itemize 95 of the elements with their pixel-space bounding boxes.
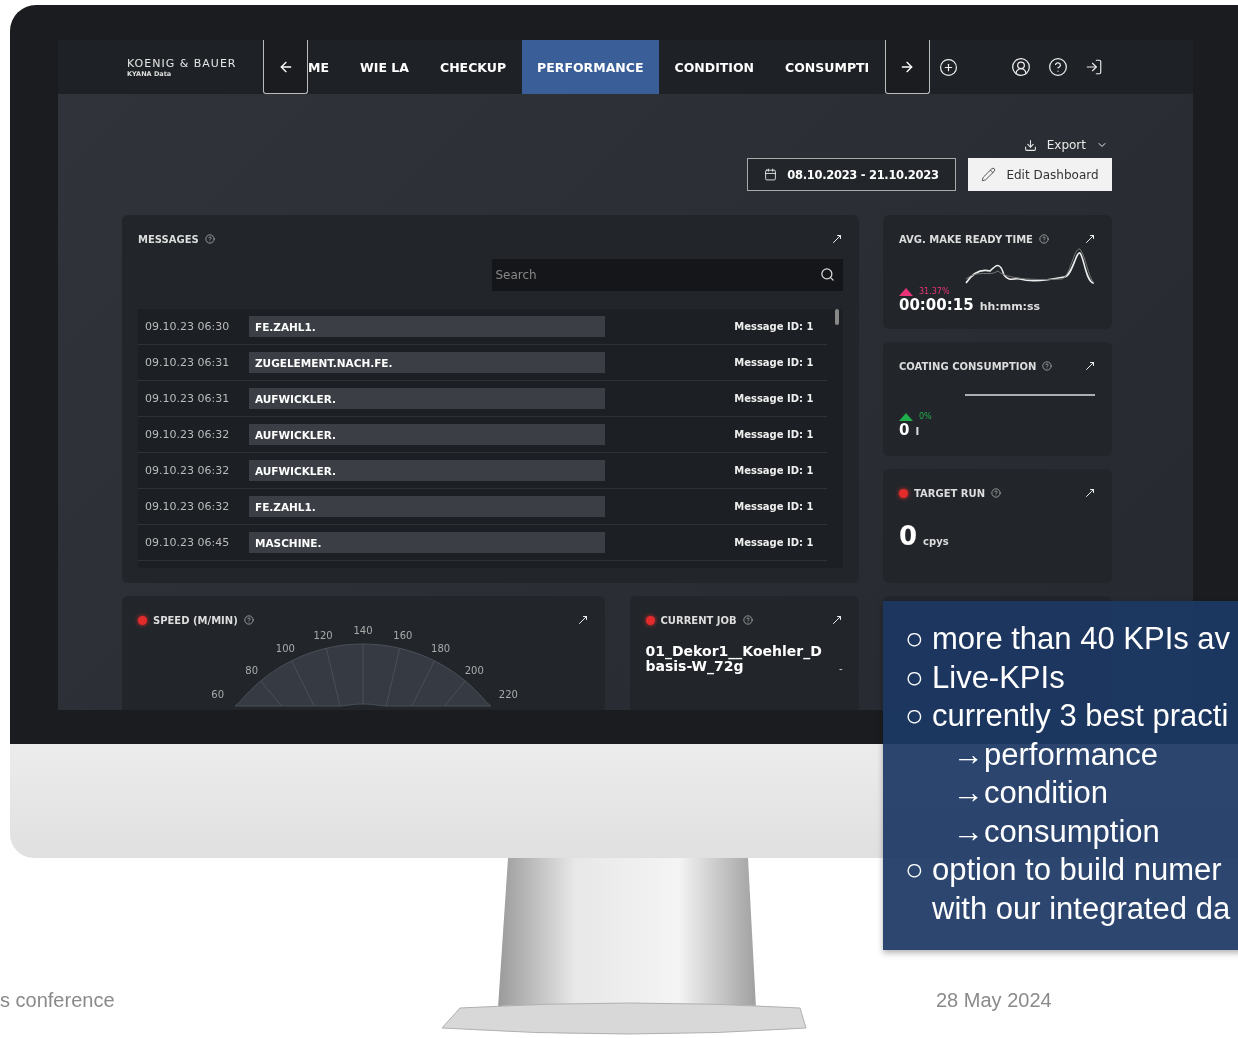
message-text: AUFWICKLER. [249,460,605,481]
message-id: Message ID: 1 [734,393,814,404]
trend-value: 0% [919,412,932,421]
footer-date: 28 May 2024 [936,989,1052,1012]
bullet-text: condition [984,774,1109,812]
message-id: Message ID: 1 [734,465,814,476]
message-id: Message ID: 1 [734,429,814,440]
trend-value: 31.37% [919,287,950,296]
bullet-text: option to build numer with our integrated da [932,851,1231,928]
expand-icon[interactable] [830,233,843,245]
scroll-left-button[interactable] [263,40,308,94]
kpi-unit: l [915,425,920,438]
bullet-text: Live-KPIs [932,658,1065,697]
edit-dashboard-button[interactable]: Edit Dashboard [968,158,1112,191]
nav-tab[interactable]: WIE LA [344,40,425,94]
message-time: 09.10.23 06:45 [145,536,231,549]
bullet-marker: ○ [905,658,925,697]
search-icon[interactable] [819,267,835,282]
pencil-icon [981,167,997,182]
message-time: 09.10.23 06:32 [145,428,231,441]
gauge-scale-label: 120 [313,629,333,641]
bullet-marker: ○ [905,697,925,735]
arrow-marker: → [953,774,984,812]
bullet-text: performance [984,735,1159,774]
user-icon[interactable] [1011,57,1031,77]
message-text: ZUGELEMENT.NACH.FE. [249,352,605,373]
message-time: 09.10.23 06:30 [145,320,231,333]
message-id: Message ID: 1 [734,357,814,368]
nav-tab[interactable]: CONDITION [659,40,770,94]
card-title: COATING CONSUMPTION [899,360,1037,372]
gauge-scale-label: 200 [464,665,484,677]
job-name: 01_Dekor1__Koehler_D basis-W_72g [645,644,822,674]
message-time: 09.10.23 06:32 [145,500,231,513]
expand-icon[interactable] [1084,487,1096,499]
message-time: 09.10.23 06:31 [145,356,231,369]
nav-tab[interactable]: ME [308,40,345,94]
bullet-text: currently 3 best practi [932,697,1229,735]
card-title: SPEED (M/MIN) [153,614,238,626]
message-time: 09.10.23 06:31 [145,392,231,405]
help-icon [243,615,254,625]
job-detail: - [838,663,843,674]
nav-tab[interactable]: PERFORMANCE [521,40,659,94]
message-text: AUFWICKLER. [249,424,605,445]
help-icon [1042,361,1053,371]
date-range-button[interactable]: 08.10.2023 - 21.10.2023 [747,158,956,191]
logo-wordmark: KOENIG & BAUER [127,56,238,70]
message-text: FE.ZAHL1. [249,496,605,517]
kpi-value: 0 [899,521,918,551]
bullet-text: more than 40 KPIs av [932,620,1231,658]
kpi-unit: cpys [923,536,949,547]
nav-tab[interactable]: CONSUMPTI [769,40,885,94]
help-icon [742,615,753,625]
help-icon[interactable] [1048,57,1068,77]
nav-tab[interactable]: CHECKUP [424,40,522,94]
message-id: Message ID: 1 [734,537,814,548]
gauge-scale-label: 180 [431,643,451,655]
logout-icon[interactable] [1085,58,1103,76]
card-title: AVG. MAKE READY TIME [899,233,1033,245]
gauge-scale-label: 80 [245,665,259,677]
export-button[interactable]: Export [1023,138,1108,152]
expand-icon[interactable] [1084,360,1096,372]
message-id: Message ID: 1 [734,321,814,332]
card-title: TARGET RUN [914,487,985,499]
kpi-unit: hh:mm:ss [979,300,1041,313]
expand-icon[interactable] [830,614,843,626]
gauge-scale-label: 160 [393,629,413,641]
gauge-scale-label: 140 [353,625,373,636]
kpi-value: 0 [899,421,910,439]
message-id: Message ID: 1 [734,501,814,512]
arrow-marker: → [953,812,984,851]
message-text: MASCHINE. [249,532,605,553]
card-title: MESSAGES [138,233,199,245]
bullet-marker: ○ [905,620,925,658]
kpi-value: 00:00:15 [899,296,974,314]
expand-icon[interactable] [1084,233,1096,245]
arrow-marker: → [953,735,984,774]
gauge-scale-label: 100 [275,643,295,655]
bullet-text: consumption [984,812,1160,851]
calendar-icon [764,168,778,181]
card-title: CURRENT JOB [660,614,737,626]
download-icon [1023,138,1037,152]
message-text: FE.ZAHL1. [249,316,605,337]
scrollbar-thumb[interactable] [834,309,839,325]
search-field[interactable]: Search [491,259,843,291]
help-icon [1038,234,1049,244]
help-icon [991,488,1001,498]
message-time: 09.10.23 06:32 [145,464,231,477]
expand-icon[interactable] [577,614,589,626]
bullet-marker: ○ [905,851,925,889]
gauge-scale-label: 60 [211,689,224,701]
scroll-right-button[interactable] [884,40,930,94]
footer-text: s conference [0,989,115,1012]
message-text: AUFWICKLER. [249,388,605,409]
help-icon [204,234,215,244]
gauge-scale-label: 220 [498,689,518,701]
